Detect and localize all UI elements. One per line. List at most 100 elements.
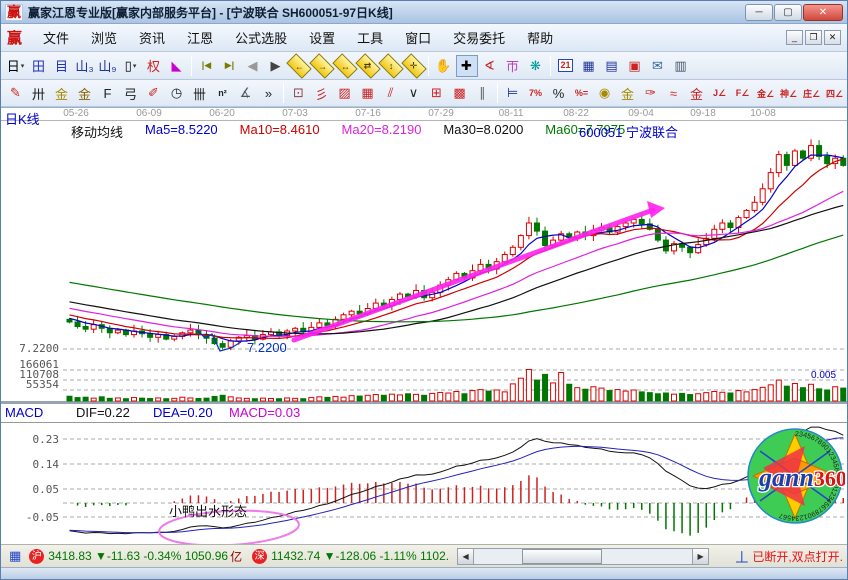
macd-dif-value: DIF=0.22	[76, 405, 130, 420]
save-icon[interactable]: ▣	[624, 55, 646, 77]
hatch-grid-icon[interactable]: ▩	[449, 82, 471, 104]
candle-style-button[interactable]: ▯▾	[120, 55, 142, 77]
nav-fit-diamond-icon[interactable]: ↕	[378, 53, 403, 78]
percent-range-icon[interactable]: 7%	[525, 82, 547, 104]
chart-canvas[interactable]: 日K线 05-2606-0906-2007-0307-1607-2908-110…	[1, 107, 847, 544]
child-close-button[interactable]: ✕	[824, 30, 841, 45]
gold-level-icon[interactable]: 金	[617, 82, 639, 104]
drag-hand-icon[interactable]: ✋	[433, 55, 455, 77]
multi-window-icon[interactable]: 田	[28, 55, 50, 77]
draw-brush-icon[interactable]: ✎	[5, 82, 27, 104]
child-minimize-button[interactable]: _	[786, 30, 803, 45]
wave-band-icon[interactable]: ≈	[663, 82, 685, 104]
more-tools-chevron[interactable]: »	[258, 82, 280, 104]
angle-measure-icon[interactable]: ∢	[479, 55, 501, 77]
connection-status-text[interactable]: 已断开,双点打开.	[752, 548, 843, 565]
scrollbar-thumb[interactable]	[522, 549, 602, 564]
bars-3-icon[interactable]: 山₃	[74, 55, 96, 77]
parallel-lines-icon[interactable]: ∥	[472, 82, 494, 104]
zhuang-angle-icon[interactable]: 庄∠	[801, 82, 823, 104]
kline-period-button[interactable]: 日▾	[5, 55, 27, 77]
n2-grid-icon[interactable]: n²	[212, 82, 234, 104]
f-grid-icon[interactable]: F	[97, 82, 119, 104]
gold-circle-icon[interactable]: ◉	[594, 82, 616, 104]
restore-rights-icon[interactable]: 权	[143, 55, 165, 77]
spiral-grid-icon[interactable]: 弓	[120, 82, 142, 104]
nav-compress-diamond-icon[interactable]: ⇄	[355, 53, 380, 78]
scroll-right-button[interactable]: ▶	[692, 549, 708, 564]
bars-9-icon[interactable]: 山₉	[97, 55, 119, 77]
smart-analysis-icon[interactable]: ❋	[525, 55, 547, 77]
menu-item-window[interactable]: 窗口	[394, 25, 442, 50]
close-button[interactable]: ✕	[803, 4, 843, 21]
scrollbar-track[interactable]	[474, 549, 692, 564]
volume-profile-icon[interactable]: ◣	[166, 55, 188, 77]
x-axis-date-label: 06-09	[136, 108, 162, 119]
gold-channel-icon[interactable]: 金	[686, 82, 708, 104]
menu-item-formula-stock-pick[interactable]: 公式选股	[224, 25, 298, 50]
volume-axis-label: 55354	[11, 378, 59, 391]
kline-chart[interactable]	[1, 108, 847, 544]
density-grid-icon[interactable]: 卌	[189, 82, 211, 104]
remote-pc-icon[interactable]: ▥	[670, 55, 692, 77]
menu-item-browse[interactable]: 浏览	[80, 25, 128, 50]
red-brush-icon[interactable]: ✐	[143, 82, 165, 104]
notebook-icon[interactable]: ▤	[601, 55, 623, 77]
horizontal-scrollbar[interactable]: ◀ ▶	[457, 548, 709, 565]
nav-full-diamond-icon[interactable]: ✛	[401, 53, 426, 78]
gann-square-icon[interactable]: 帀	[502, 55, 524, 77]
scroll-left-button[interactable]: ◀	[458, 549, 474, 564]
nav-right-diamond-icon[interactable]: →	[309, 53, 334, 78]
percent-icon[interactable]: %	[548, 82, 570, 104]
pattern-annotation-text: 小鸭出水形态	[169, 501, 247, 520]
child-restore-button[interactable]: ❐	[805, 30, 822, 45]
protractor-icon[interactable]: ∡	[235, 82, 257, 104]
shen-angle-icon[interactable]: 神∠	[778, 82, 800, 104]
ma-legend-item: Ma20=8.2190	[342, 122, 422, 141]
menu-item-tools[interactable]: 工具	[346, 25, 394, 50]
window-resize-edge[interactable]	[1, 567, 847, 580]
j-angle-icon[interactable]: J∠	[709, 82, 731, 104]
next-bar-icon[interactable]: ▶	[265, 55, 287, 77]
maximize-button[interactable]: ▢	[774, 4, 802, 21]
f-angle-icon[interactable]: F∠	[732, 82, 754, 104]
minimize-button[interactable]: ─	[745, 4, 773, 21]
price-box-icon[interactable]: ▨	[334, 82, 356, 104]
menu-item-help[interactable]: 帮助	[516, 25, 564, 50]
quote-board-icon[interactable]: ▦	[9, 548, 21, 564]
menu-item-file[interactable]: 文件	[32, 25, 80, 50]
time-cycle-icon[interactable]: ◷	[166, 82, 188, 104]
macd-dea-value: DEA=0.20	[153, 405, 213, 420]
speed-lines-icon[interactable]: ⫽	[380, 82, 402, 104]
gold-angle-icon[interactable]: 金∠	[755, 82, 777, 104]
last-bar-icon[interactable]: ▶|	[219, 55, 241, 77]
gold-grid2-icon[interactable]: 金	[74, 82, 96, 104]
menu-item-gann[interactable]: 江恩	[176, 25, 224, 50]
marker-brush-icon[interactable]: ✑	[640, 82, 662, 104]
info-panel-icon[interactable]: 目	[51, 55, 73, 77]
first-bar-icon[interactable]: |◀	[196, 55, 218, 77]
menu-item-news[interactable]: 资讯	[128, 25, 176, 50]
calendar-icon[interactable]: 21	[555, 55, 577, 77]
menu-item-trade-order[interactable]: 交易委托	[442, 25, 516, 50]
nav-expand-diamond-icon[interactable]: ↔	[332, 53, 357, 78]
frame-tool-icon[interactable]: ⊡	[288, 82, 310, 104]
calculator-icon[interactable]: ▦	[578, 55, 600, 77]
low-price-annotation: 7.2200	[247, 340, 287, 355]
ruler-scale-icon[interactable]: ⊨	[502, 82, 524, 104]
grid-box-icon[interactable]: ▦	[357, 82, 379, 104]
send-report-icon[interactable]: ✉	[647, 55, 669, 77]
si-angle-icon[interactable]: 四∠	[824, 82, 846, 104]
app-logo-icon: 赢	[5, 4, 23, 21]
zigzag-tool-icon[interactable]: ∨	[403, 82, 425, 104]
percent-line-icon[interactable]: %=	[571, 82, 593, 104]
nav-left-diamond-icon[interactable]: ←	[286, 53, 311, 78]
window-title: 赢家江恩专业版[赢家内部服务平台] - [宁波联合 SH600051-97日K线…	[28, 4, 745, 21]
gold-grid1-icon[interactable]: 金	[51, 82, 73, 104]
gann-grid-icon[interactable]: 卅	[28, 82, 50, 104]
gann-fan-icon[interactable]: 彡	[311, 82, 333, 104]
crosshair-icon[interactable]: ✚	[456, 55, 478, 77]
red-grid-icon[interactable]: ⊞	[426, 82, 448, 104]
menu-item-settings[interactable]: 设置	[298, 25, 346, 50]
prev-bar-icon[interactable]: ◀	[242, 55, 264, 77]
